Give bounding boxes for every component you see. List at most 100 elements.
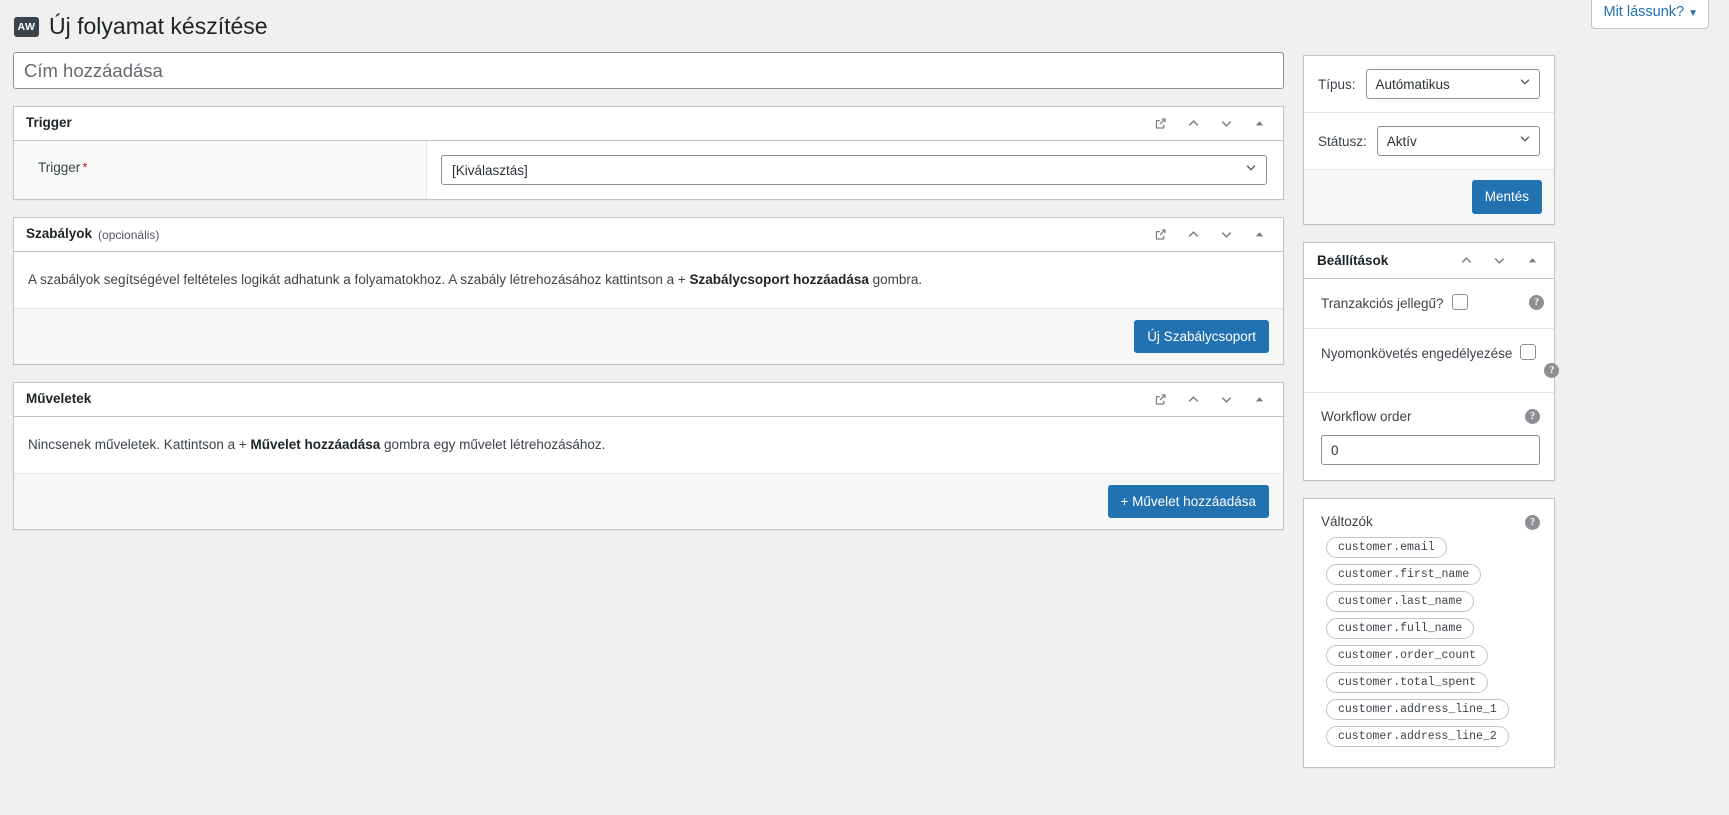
external-link-icon[interactable] <box>1150 114 1170 134</box>
variable-pill[interactable]: customer.address_line_1 <box>1326 699 1509 721</box>
help-icon[interactable]: ? <box>1525 409 1540 425</box>
trigger-panel: Trigger Trigger * [Kiválasztás] <box>13 106 1284 200</box>
tracking-label: Nyomonkövetés engedélyezése <box>1321 345 1513 361</box>
collapse-toggle-icon[interactable] <box>1249 114 1269 134</box>
actions-panel: Műveletek Nincsenek műveletek. Kattintso… <box>13 382 1284 531</box>
chevron-down-icon[interactable] <box>1216 390 1236 410</box>
actions-description: Nincsenek műveletek. Kattintson a + Műve… <box>14 417 1283 474</box>
rules-panel-subtitle: (opcionális) <box>98 227 160 242</box>
variables-content: Változók ? customer.email customer.first_… <box>1304 499 1554 767</box>
variable-pill[interactable]: customer.last_name <box>1326 591 1475 613</box>
trigger-panel-title: Trigger <box>26 115 72 131</box>
save-button[interactable]: Mentés <box>1471 180 1542 214</box>
variables-header: Változók ? <box>1321 513 1540 531</box>
publish-box-footer: Mentés <box>1304 170 1554 224</box>
settings-box-header: Beállítások <box>1304 243 1554 279</box>
chevron-up-icon[interactable] <box>1183 225 1203 245</box>
chevron-up-icon[interactable] <box>1456 250 1476 270</box>
help-icon[interactable]: ? <box>1544 362 1560 378</box>
chevron-down-icon <box>1518 131 1532 152</box>
sidebar: Típus: Autómatikus Státusz: Aktív Mentés… <box>1303 55 1560 785</box>
rules-panel: Szabályok (opcionális) A szabályok segít… <box>13 217 1284 366</box>
variable-pill[interactable]: customer.order_count <box>1326 645 1489 667</box>
main-column: Trigger <box>13 52 1284 531</box>
page-root: Mit lássunk?▼ AW Új folyamat készítése T… <box>0 0 1729 815</box>
rules-description-part2: gombra. <box>868 272 923 287</box>
trigger-panel-header: Trigger <box>14 107 1283 141</box>
variables-box: Változók ? customer.email customer.first_… <box>1303 498 1555 769</box>
external-link-icon[interactable] <box>1150 390 1170 410</box>
add-rule-group-button[interactable]: Új Szabálycsoport <box>1134 319 1269 354</box>
rules-description-part1: A szabályok segítségével feltételes logi… <box>28 272 690 287</box>
rules-description: A szabályok segítségével feltételes logi… <box>14 252 1283 309</box>
chevron-down-icon: ▼ <box>1688 8 1698 19</box>
status-select[interactable]: Aktív <box>1376 126 1540 156</box>
trigger-panel-header-icons <box>1150 114 1277 134</box>
chevron-up-icon[interactable] <box>1183 390 1203 410</box>
variable-pill[interactable]: customer.address_line_2 <box>1326 726 1509 748</box>
variable-pill[interactable]: customer.full_name <box>1326 618 1475 640</box>
settings-header-icons <box>1456 250 1550 270</box>
transactional-label: Tranzakciós jellegű? <box>1321 295 1444 311</box>
collapse-toggle-icon[interactable] <box>1522 250 1542 270</box>
transactional-checkbox[interactable] <box>1451 293 1468 310</box>
trigger-field-control: [Kiválasztás] <box>427 141 1283 199</box>
trigger-field-label: Trigger * <box>14 141 427 199</box>
rules-panel-header-icons <box>1150 225 1277 245</box>
page-title: Új folyamat készítése <box>49 13 268 39</box>
trigger-label-text: Trigger <box>38 160 81 175</box>
screen-options-toggle[interactable]: Mit lássunk? ▼ <box>1590 0 1709 30</box>
status-label: Státusz: <box>1318 133 1367 149</box>
workflow-order-label: Workflow order <box>1321 408 1412 424</box>
actions-panel-title: Műveletek <box>26 391 92 407</box>
variable-pill[interactable]: customer.first_name <box>1326 564 1482 586</box>
type-label: Típus: <box>1318 76 1356 92</box>
collapse-toggle-icon[interactable] <box>1249 390 1269 410</box>
workflow-order-input[interactable] <box>1321 435 1540 466</box>
trigger-field-row: Trigger * [Kiválasztás] <box>14 141 1283 199</box>
page-header: AW Új folyamat készítése <box>14 12 268 42</box>
actions-panel-footer: + Művelet hozzáadása <box>14 473 1283 530</box>
workflow-title-input[interactable] <box>13 52 1284 89</box>
type-row: Típus: Autómatikus <box>1304 56 1554 113</box>
publish-box: Típus: Autómatikus Státusz: Aktív Mentés <box>1303 55 1555 225</box>
automatewoo-logo-icon: AW <box>14 16 39 37</box>
actions-description-part1: Nincsenek műveletek. Kattintson a + <box>28 437 251 453</box>
status-select-value: Aktív <box>1386 134 1417 149</box>
status-row: Státusz: Aktív <box>1304 113 1554 170</box>
chevron-up-icon[interactable] <box>1183 114 1203 134</box>
setting-row-transactional: Tranzakciós jellegű? ? <box>1304 279 1554 329</box>
variable-pill[interactable]: customer.email <box>1326 537 1447 559</box>
actions-description-part2: gombra egy művelet létrehozásához. <box>380 437 606 453</box>
variable-pill[interactable]: customer.total_spent <box>1326 672 1489 694</box>
screen-options-label: Mit lássunk? <box>1603 4 1685 20</box>
chevron-down-icon <box>1244 160 1258 181</box>
actions-panel-header-icons <box>1150 390 1277 410</box>
add-action-button[interactable]: + Művelet hozzáadása <box>1107 484 1269 519</box>
collapse-toggle-icon[interactable] <box>1249 225 1269 245</box>
variables-title: Változók <box>1321 514 1373 530</box>
external-link-icon[interactable] <box>1150 225 1170 245</box>
rules-panel-title: Szabályok <box>26 226 93 242</box>
rules-panel-header: Szabályok (opcionális) <box>14 218 1283 252</box>
actions-description-bold: Művelet hozzáadása <box>250 437 381 453</box>
chevron-down-icon[interactable] <box>1489 250 1509 270</box>
settings-box-title: Beállítások <box>1317 252 1389 268</box>
type-select-value: Autómatikus <box>1375 77 1450 92</box>
chevron-down-icon[interactable] <box>1216 114 1236 134</box>
trigger-select[interactable]: [Kiválasztás] <box>441 155 1267 185</box>
setting-row-workflow-order: Workflow order ? <box>1304 393 1554 481</box>
settings-box: Beállítások Tranzakciós jellegű? ? Nyomo… <box>1303 241 1560 482</box>
type-select[interactable]: Autómatikus <box>1365 69 1540 99</box>
rules-description-bold: Szabálycsoport hozzáadása <box>689 272 869 287</box>
workflow-order-header: Workflow order ? <box>1321 406 1540 427</box>
rules-panel-footer: Új Szabálycsoport <box>14 308 1283 365</box>
chevron-down-icon[interactable] <box>1216 225 1236 245</box>
tracking-checkbox[interactable] <box>1520 343 1537 360</box>
help-icon[interactable]: ? <box>1525 515 1540 531</box>
required-marker: * <box>82 160 88 175</box>
actions-panel-header: Műveletek <box>14 383 1283 418</box>
setting-row-tracking: Nyomonkövetés engedélyezése ? <box>1304 329 1560 393</box>
help-icon[interactable]: ? <box>1529 294 1544 310</box>
trigger-select-value: [Kiválasztás] <box>452 163 528 178</box>
